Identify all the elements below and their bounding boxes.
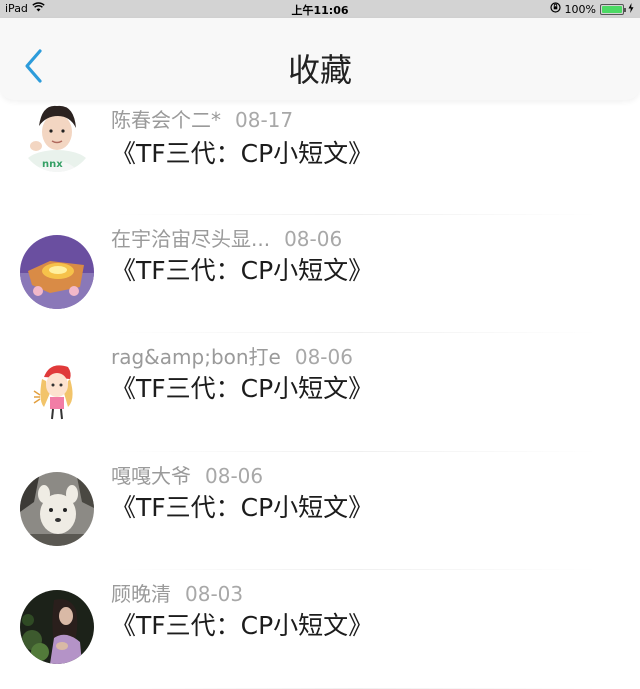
navigation-bar: 收藏 [0, 18, 640, 100]
favorites-list: nnx 陈春会个二* 08-17 《TF三代：CP小短文》 在宇洽宙尽头显...… [0, 96, 640, 689]
avatar[interactable] [20, 234, 94, 309]
svg-text:nnx: nnx [42, 159, 63, 170]
item-date: 08-03 [185, 582, 244, 606]
item-title[interactable]: 《TF三代：CP小短文》 [111, 251, 373, 287]
item-date: 08-17 [235, 108, 294, 132]
avatar[interactable] [20, 353, 94, 427]
item-date: 08-06 [205, 463, 264, 488]
item-meta: 顾晚清 08-03 [111, 578, 243, 607]
item-title[interactable]: 《TF三代：CP小短文》 [111, 134, 373, 170]
list-item[interactable]: rag&amp;bon打e 08-06 《TF三代：CP小短文》 [0, 333, 640, 452]
battery-percent: 100% [564, 2, 596, 16]
list-item[interactable]: 顾晚清 08-03 《TF三代：CP小短文》 [0, 570, 640, 689]
avatar[interactable] [20, 590, 94, 664]
status-bar: iPad 上午11:06 100% [0, 0, 640, 18]
battery-icon [600, 3, 626, 15]
item-title[interactable]: 《TF三代：CP小短文》 [111, 606, 373, 642]
rotation-lock-icon [549, 2, 561, 16]
item-date: 08-06 [294, 345, 353, 369]
list-item[interactable]: nnx 陈春会个二* 08-17 《TF三代：CP小短文》 [0, 96, 640, 215]
item-meta: 在宇洽宙尽头显... 08-06 [111, 223, 342, 252]
status-right: 100% [549, 2, 634, 16]
list-item[interactable]: 在宇洽宙尽头显... 08-06 《TF三代：CP小短文》 [0, 215, 640, 333]
page-title: 收藏 [287, 51, 352, 89]
status-time: 上午11:06 [291, 4, 349, 17]
item-title[interactable]: 《TF三代：CP小短文》 [111, 488, 373, 524]
item-meta: 陈春会个二* 08-17 [111, 104, 293, 133]
item-username: 陈春会个二* [111, 108, 221, 132]
divider [111, 687, 600, 689]
list-item[interactable]: 嘎嘎大爷 08-06 《TF三代：CP小短文》 [0, 452, 640, 570]
item-title[interactable]: 《TF三代：CP小短文》 [111, 369, 373, 405]
item-date: 08-06 [284, 226, 343, 251]
item-meta: 嘎嘎大爷 08-06 [111, 460, 263, 489]
item-username: 嘎嘎大爷 [111, 463, 191, 488]
item-username: 顾晚清 [111, 582, 171, 606]
item-meta: rag&amp;bon打e 08-06 [111, 341, 353, 370]
charging-icon [628, 2, 634, 16]
item-username: rag&amp;bon打e [111, 345, 281, 369]
item-username: 在宇洽宙尽头显... [111, 226, 271, 251]
avatar[interactable]: nnx [20, 98, 94, 172]
avatar[interactable] [20, 471, 94, 546]
